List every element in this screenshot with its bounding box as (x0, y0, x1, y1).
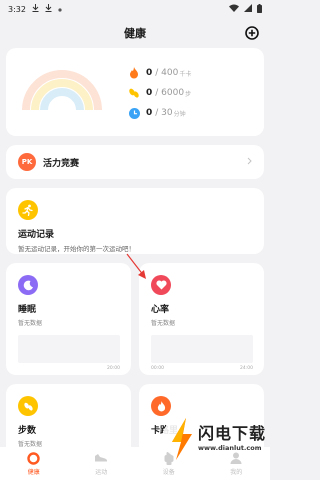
download-icon (45, 4, 52, 14)
clock-icon (128, 107, 140, 119)
calorie-unit: 千卡 (179, 70, 192, 78)
heart-chart-placeholder (151, 335, 253, 363)
chevron-right-icon (247, 157, 252, 168)
steps-value: 0 (146, 88, 153, 98)
calorie-value: 0 (146, 68, 153, 78)
sleep-status: 暂无数据 (18, 320, 43, 327)
duration-metric: 0 / 30 分钟 (128, 103, 191, 123)
duration-ring (40, 88, 84, 110)
heart-axis: 00:00 24:00 (151, 366, 253, 371)
watermark-text: 闪电下载 (198, 424, 267, 443)
vitality-label: 活力竞赛 (43, 158, 80, 169)
steps-unit: 步 (185, 90, 192, 98)
exercise-record-card[interactable]: 运动记录 暂无运动记录，开始你的第一次运动吧！ (6, 188, 264, 254)
status-bar: 3:32 (0, 0, 270, 18)
add-button[interactable] (244, 25, 260, 41)
footprint-icon (18, 396, 38, 416)
sleep-chart-placeholder (18, 335, 120, 363)
flame-icon (128, 67, 140, 79)
sleep-label: 睡眠 (18, 305, 37, 315)
moon-icon (18, 275, 38, 295)
steps-metric: 0 / 6000 步 (128, 83, 191, 103)
heart-status: 暂无数据 (151, 320, 176, 327)
duration-goal: / 30 (155, 108, 173, 118)
vitality-competition-card[interactable]: PK 活力竞赛 (6, 145, 264, 179)
tab-label: 运动 (95, 468, 108, 476)
metrics-list: 0 / 400 千卡 0 / 6000 步 0 / 30 分钟 (128, 63, 191, 123)
heart-label: 心率 (151, 305, 170, 315)
wifi-icon (229, 4, 239, 14)
activity-rings-chart (22, 70, 102, 110)
activity-summary-card[interactable]: 0 / 400 千卡 0 / 6000 步 0 / 30 分钟 (6, 48, 264, 136)
sleep-axis: 20:00 (18, 366, 120, 371)
plus-circle-icon (245, 26, 259, 40)
steps-goal: / 6000 (155, 88, 185, 98)
record-label: 运动记录 (18, 230, 55, 240)
heart-icon (151, 275, 171, 295)
tab-exercise[interactable]: 运动 (68, 447, 136, 480)
axis-end-label: 20:00 (107, 366, 120, 371)
sleep-card[interactable]: 睡眠 暂无数据 20:00 (6, 263, 131, 375)
download-icon (32, 4, 39, 14)
axis-end-label: 24:00 (240, 366, 253, 371)
calorie-metric: 0 / 400 千卡 (128, 63, 191, 83)
footprint-icon (128, 87, 140, 99)
watermark-url: www.dianlut.com (198, 444, 262, 452)
dot-icon (58, 5, 62, 14)
shoe-icon (94, 452, 109, 465)
duration-unit: 分钟 (173, 110, 186, 118)
page-title: 健康 (124, 27, 146, 40)
tab-label: 健康 (27, 468, 40, 476)
heart-ring-icon (26, 451, 41, 465)
steps-label: 步数 (18, 426, 37, 436)
battery-icon (257, 3, 262, 15)
axis-start-label: 00:00 (151, 366, 164, 371)
heart-rate-card[interactable]: 心率 暂无数据 00:00 24:00 (139, 263, 264, 375)
pk-badge-icon: PK (18, 153, 36, 171)
signal-icon (244, 4, 252, 14)
tab-health[interactable]: 健康 (0, 447, 68, 480)
app-header: 健康 (0, 18, 270, 48)
status-time: 3:32 (8, 4, 26, 14)
calorie-goal: / 400 (155, 68, 179, 78)
annotation-arrow (126, 253, 146, 279)
duration-value: 0 (146, 108, 153, 118)
running-icon (18, 200, 38, 220)
